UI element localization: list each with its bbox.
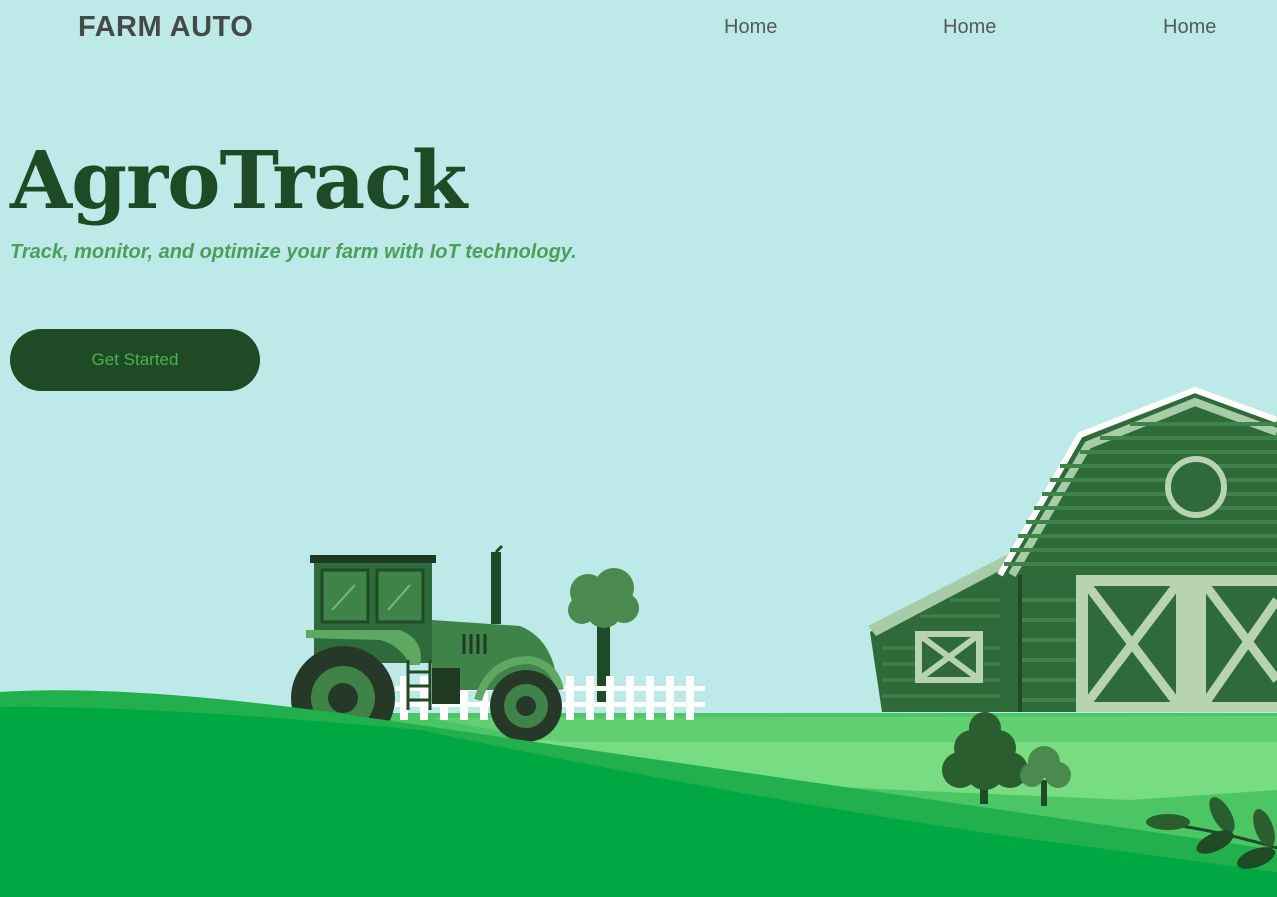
hero-title: AgroTrack xyxy=(10,133,467,227)
nav-link-home-3[interactable]: Home xyxy=(1163,16,1216,39)
barn xyxy=(868,386,1277,712)
navbar: FARM AUTO Home Home Home xyxy=(0,0,1277,58)
barn-window-round xyxy=(1165,456,1227,518)
hero-tagline: Track, monitor, and optimize your farm w… xyxy=(10,241,577,263)
brand-logo[interactable]: FARM AUTO xyxy=(78,11,253,44)
get-started-button[interactable]: Get Started xyxy=(10,329,260,391)
nav-link-home-2[interactable]: Home xyxy=(943,16,996,39)
nav-link-home-1[interactable]: Home xyxy=(724,16,777,39)
